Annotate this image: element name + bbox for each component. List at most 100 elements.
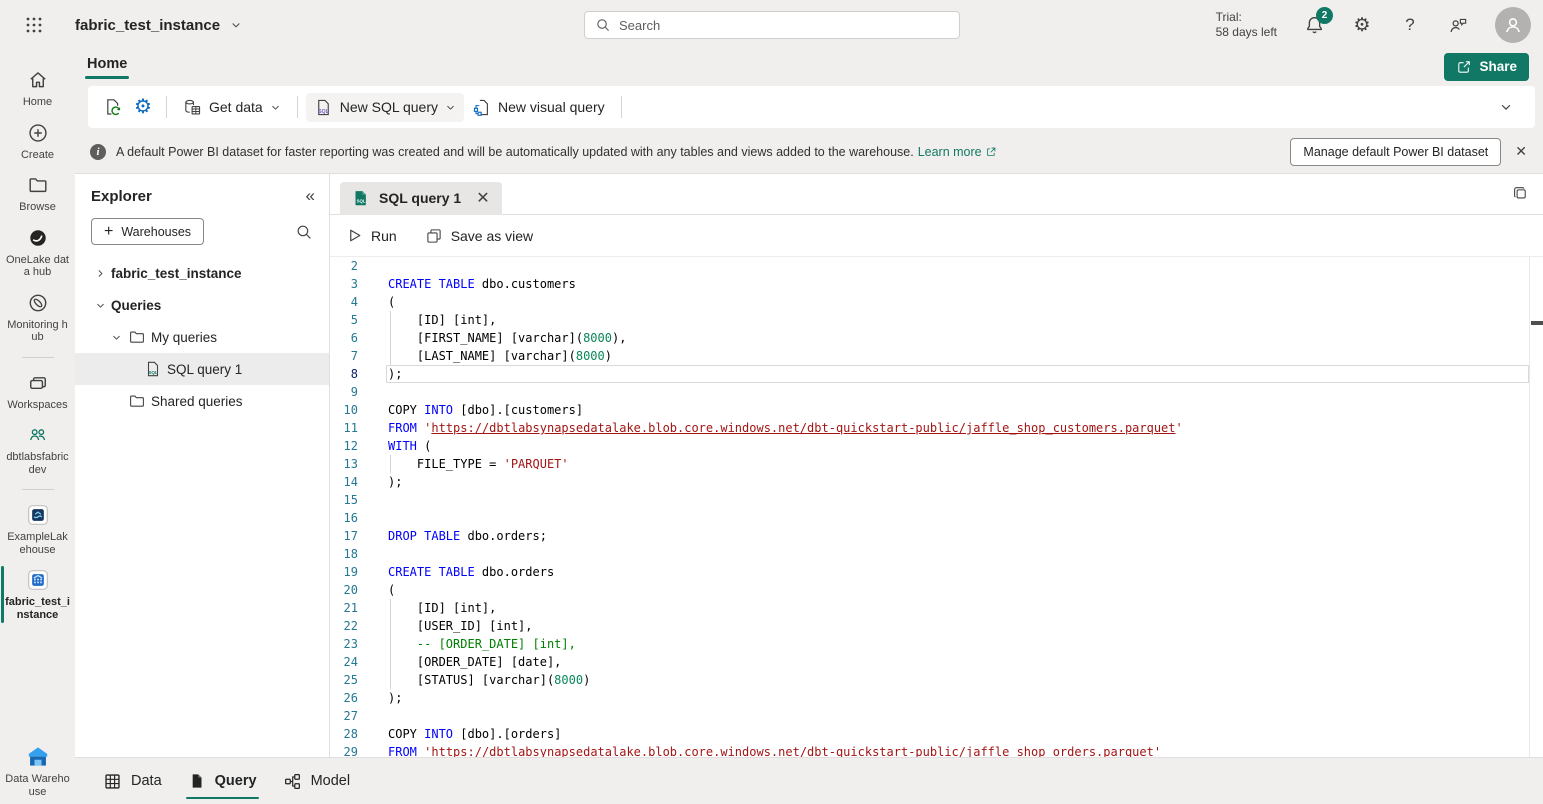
share-icon bbox=[1456, 59, 1472, 75]
editor-overview-ruler[interactable] bbox=[1529, 257, 1543, 757]
code-line-7[interactable]: 7 [LAST_NAME] [varchar](8000) bbox=[330, 347, 1529, 365]
code-line-21[interactable]: 21 [ID] [int], bbox=[330, 599, 1529, 617]
tree-item-label: Queries bbox=[111, 298, 161, 313]
code-line-13[interactable]: 13 FILE_TYPE = 'PARQUET' bbox=[330, 455, 1529, 473]
code-line-3[interactable]: 3CREATE TABLE dbo.customers bbox=[330, 275, 1529, 293]
code-line-2[interactable]: 2 bbox=[330, 257, 1529, 275]
code-line-4[interactable]: 4( bbox=[330, 293, 1529, 311]
feedback-icon[interactable] bbox=[1447, 14, 1469, 36]
nav-item-browse[interactable]: Browse bbox=[0, 167, 75, 220]
nav-item-home[interactable]: Home bbox=[0, 62, 75, 115]
nav-item-fabric-test-instance[interactable]: fabric_test_instance bbox=[0, 562, 75, 627]
code-line-17[interactable]: 17DROP TABLE dbo.orders; bbox=[330, 527, 1529, 545]
tree-item-fabric-test-instance[interactable]: fabric_test_instance bbox=[75, 257, 329, 289]
code-line-6[interactable]: 6 [FIRST_NAME] [varchar](8000), bbox=[330, 329, 1529, 347]
refresh-dataset-button[interactable] bbox=[98, 92, 128, 122]
copy-icon[interactable] bbox=[1511, 185, 1529, 203]
code-line-12[interactable]: 12WITH ( bbox=[330, 437, 1529, 455]
code-line-18[interactable]: 18 bbox=[330, 545, 1529, 563]
code-line-9[interactable]: 9 bbox=[330, 383, 1529, 401]
query-tab[interactable]: SQL SQL query 1 ✕ bbox=[340, 182, 502, 215]
app-screen: fabric_test_instance Trial: 58 days left… bbox=[0, 0, 1543, 804]
line-number: 10 bbox=[330, 401, 380, 419]
explorer-title: Explorer bbox=[91, 188, 152, 205]
get-data-button[interactable]: Get data bbox=[175, 93, 289, 122]
run-button[interactable]: Run bbox=[346, 227, 397, 244]
code-line-8[interactable]: 8); bbox=[330, 365, 1529, 383]
indent-guide bbox=[390, 329, 391, 347]
line-number: 19 bbox=[330, 563, 380, 581]
nav-item-workspaces[interactable]: Workspaces bbox=[0, 365, 75, 418]
code-line-19[interactable]: 19CREATE TABLE dbo.orders bbox=[330, 563, 1529, 581]
tree-item-shared-queries[interactable]: Shared queries bbox=[75, 385, 329, 417]
line-number: 5 bbox=[330, 311, 380, 329]
code-line-11[interactable]: 11FROM 'https://dbtlabsynapsedatalake.bl… bbox=[330, 419, 1529, 437]
code-line-22[interactable]: 22 [USER_ID] [int], bbox=[330, 617, 1529, 635]
line-code: -- [ORDER_DATE] [int], bbox=[380, 635, 576, 653]
help-icon[interactable]: ? bbox=[1399, 14, 1421, 36]
share-button[interactable]: Share bbox=[1444, 53, 1529, 81]
ribbon-row: ⚙︎ Get data SQL New SQL query New visual… bbox=[75, 84, 1543, 130]
close-tab-icon[interactable]: ✕ bbox=[476, 188, 489, 208]
line-code: FILE_TYPE = 'PARQUET' bbox=[380, 455, 569, 473]
nav-item-monitoring-hub[interactable]: Monitoring hub bbox=[0, 285, 75, 350]
info-banner: i A default Power BI dataset for faster … bbox=[75, 130, 1543, 173]
code-line-28[interactable]: 28COPY INTO [dbo].[orders] bbox=[330, 725, 1529, 743]
nav-item-dbtlabsfabricdev[interactable]: dbtlabsfabricdev bbox=[0, 417, 75, 482]
tree-item-my-queries[interactable]: My queries bbox=[75, 321, 329, 353]
line-code bbox=[380, 383, 388, 401]
search-input[interactable] bbox=[619, 18, 949, 33]
code-line-23[interactable]: 23 -- [ORDER_DATE] [int], bbox=[330, 635, 1529, 653]
code-line-15[interactable]: 15 bbox=[330, 491, 1529, 509]
nav-item-create[interactable]: Create bbox=[0, 115, 75, 168]
grid-icon bbox=[103, 772, 122, 791]
code-line-14[interactable]: 14); bbox=[330, 473, 1529, 491]
sql-editor[interactable]: 23CREATE TABLE dbo.customers4(5 [ID] [in… bbox=[330, 257, 1543, 757]
code-line-24[interactable]: 24 [ORDER_DATE] [date], bbox=[330, 653, 1529, 671]
save-as-view-button[interactable]: Save as view bbox=[425, 227, 533, 245]
code-line-10[interactable]: 10COPY INTO [dbo].[customers] bbox=[330, 401, 1529, 419]
code-line-25[interactable]: 25 [STATUS] [varchar](8000) bbox=[330, 671, 1529, 689]
chevron-right-icon[interactable] bbox=[91, 268, 109, 279]
tree-item-label: fabric_test_instance bbox=[111, 266, 242, 281]
code-line-20[interactable]: 20( bbox=[330, 581, 1529, 599]
indent-guide bbox=[390, 635, 391, 653]
indent-guide bbox=[390, 599, 391, 617]
line-code: [ID] [int], bbox=[380, 599, 496, 617]
settings-gear-icon-toolbar[interactable]: ⚙︎ bbox=[128, 92, 158, 122]
workspace-name: fabric_test_instance bbox=[75, 17, 220, 34]
new-sql-query-button[interactable]: SQL New SQL query bbox=[306, 93, 464, 122]
code-line-5[interactable]: 5 [ID] [int], bbox=[330, 311, 1529, 329]
toolbar-collapse-chevron-icon[interactable] bbox=[1499, 100, 1513, 114]
settings-gear-icon[interactable]: ⚙︎ bbox=[1351, 14, 1373, 36]
tab-home[interactable]: Home bbox=[83, 54, 131, 80]
app-launcher-icon[interactable] bbox=[17, 8, 51, 42]
account-avatar[interactable] bbox=[1495, 7, 1531, 43]
view-tab-model[interactable]: Model bbox=[277, 758, 357, 804]
chevron-down-icon[interactable] bbox=[107, 332, 125, 343]
code-lines: 23CREATE TABLE dbo.customers4(5 [ID] [in… bbox=[330, 257, 1529, 757]
view-tab-data[interactable]: Data bbox=[97, 758, 168, 804]
new-visual-query-button[interactable]: New visual query bbox=[464, 93, 613, 122]
manage-default-dataset-button[interactable]: Manage default Power BI dataset bbox=[1290, 138, 1501, 166]
notifications-button[interactable]: 2 bbox=[1303, 14, 1325, 36]
explorer-tree: fabric_test_instance Queries My queriesSQL… bbox=[75, 257, 329, 417]
add-warehouses-button[interactable]: + Warehouses bbox=[91, 218, 204, 245]
code-line-16[interactable]: 16 bbox=[330, 509, 1529, 527]
banner-close-icon[interactable]: ✕ bbox=[1515, 143, 1527, 160]
nav-item-examplelakehouse[interactable]: ExampleLakehouse bbox=[0, 497, 75, 562]
line-code: [USER_ID] [int], bbox=[380, 617, 533, 635]
explorer-search-icon[interactable] bbox=[295, 223, 313, 241]
tree-item-queries[interactable]: Queries bbox=[75, 289, 329, 321]
code-line-29[interactable]: 29FROM 'https://dbtlabsynapsedatalake.bl… bbox=[330, 743, 1529, 757]
workspace-switcher[interactable]: fabric_test_instance bbox=[75, 17, 242, 34]
learn-more-link[interactable]: Learn more bbox=[918, 145, 997, 159]
code-line-26[interactable]: 26); bbox=[330, 689, 1529, 707]
chevron-down-icon[interactable] bbox=[91, 300, 109, 311]
nav-item-onelake-data-hub[interactable]: OneLake data hub bbox=[0, 220, 75, 285]
nav-item-data-warehouse[interactable]: Data Warehouse bbox=[0, 739, 75, 804]
view-tab-query[interactable]: Query bbox=[182, 758, 263, 804]
collapse-panel-icon[interactable]: « bbox=[306, 186, 315, 206]
code-line-27[interactable]: 27 bbox=[330, 707, 1529, 725]
tree-item-sql-query-1[interactable]: SQLSQL query 1 bbox=[75, 353, 329, 385]
